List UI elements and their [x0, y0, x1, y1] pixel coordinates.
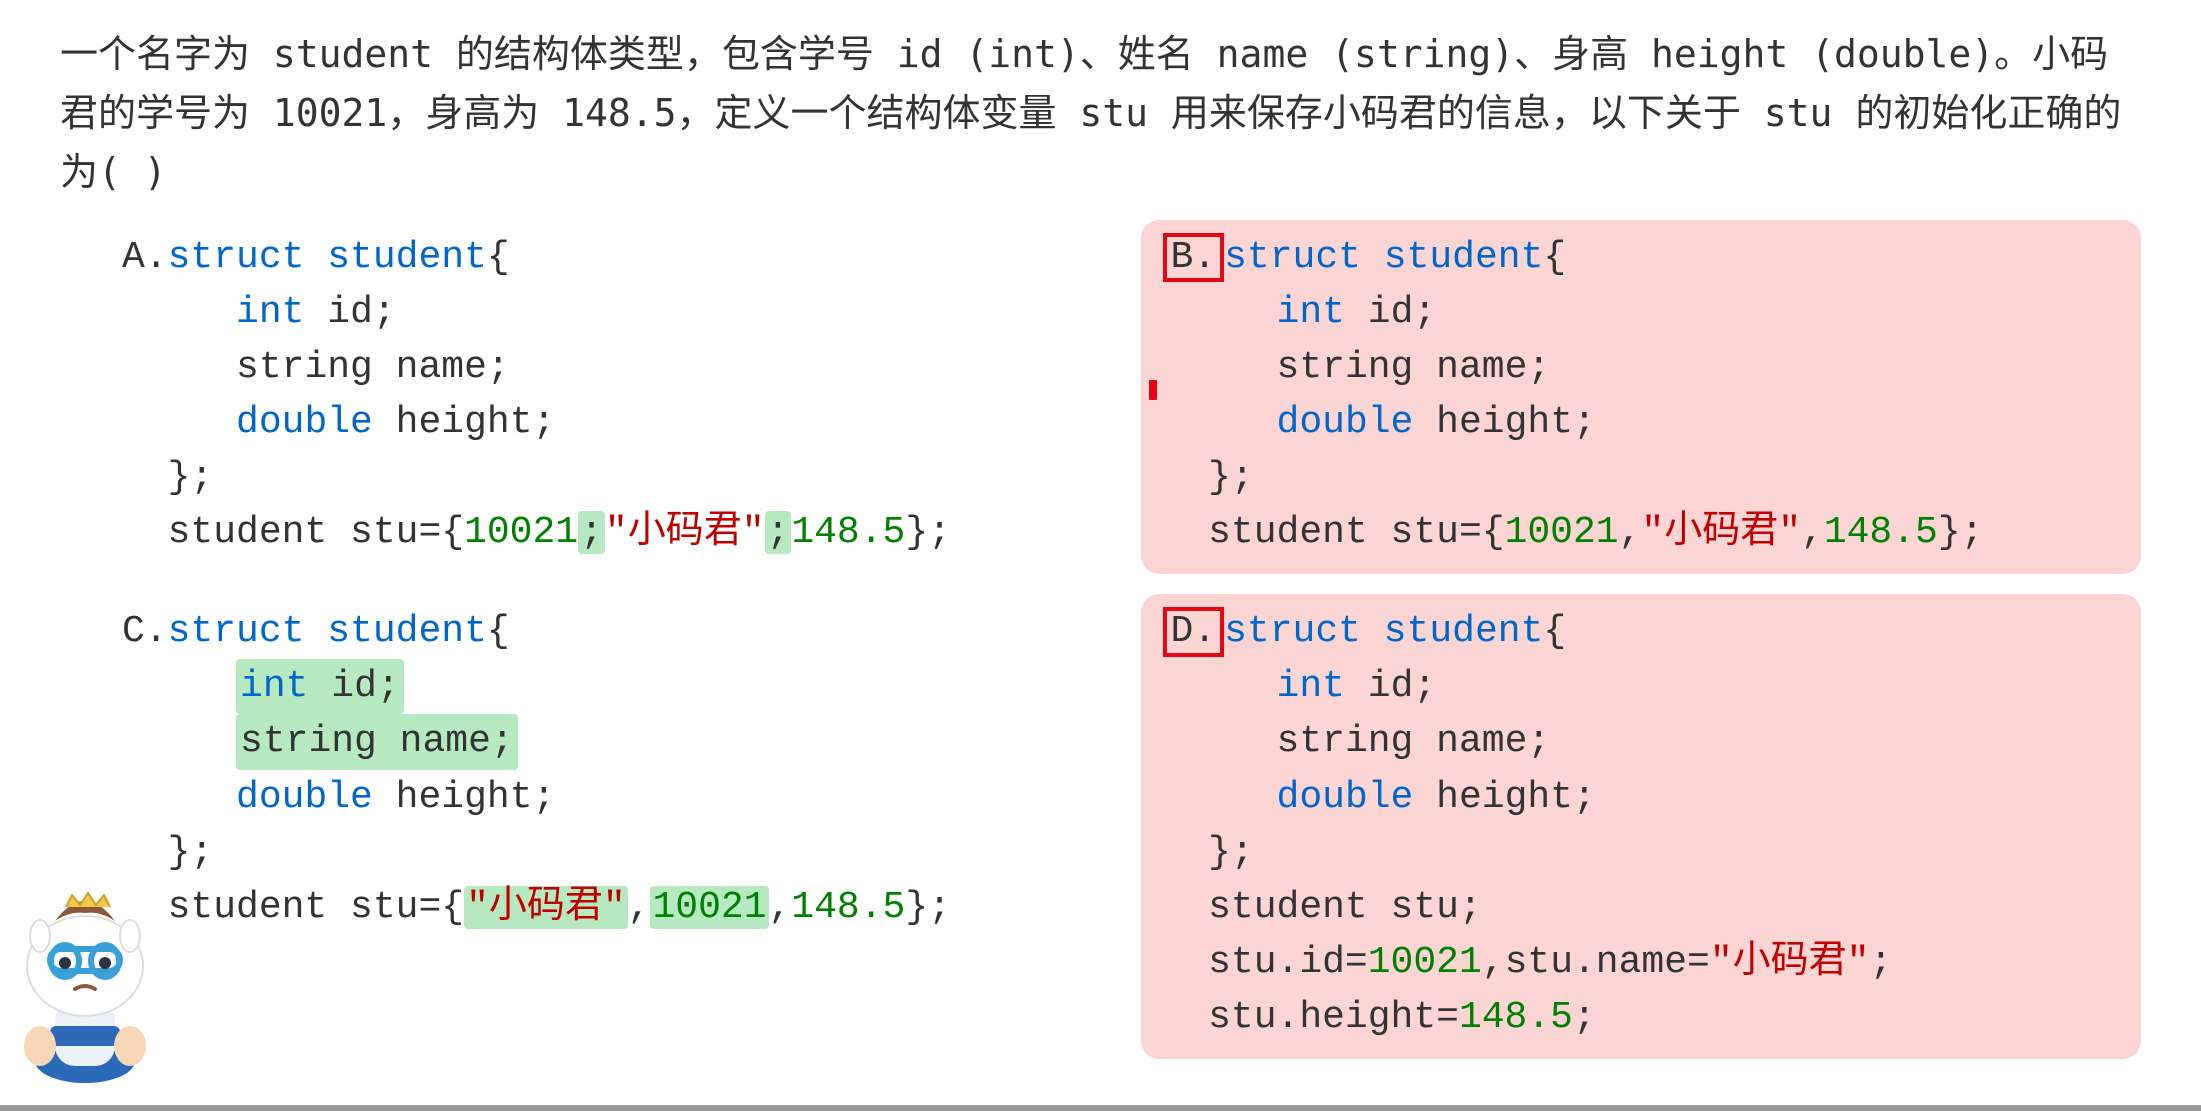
question-stem: 一个名字为 student 的结构体类型，包含学号 id (int)、姓名 na…: [60, 25, 2141, 202]
red-mark-icon: [1149, 380, 1157, 400]
highlight-string-name: string name;: [236, 714, 518, 769]
bottom-border: [0, 1105, 2201, 1111]
option-c-code: C.struct student{ int id; string name; d…: [122, 604, 1079, 935]
option-b-label-box: B.: [1163, 233, 1225, 283]
option-b-code: B.struct student{ int id; string name; d…: [1163, 230, 2120, 561]
option-d[interactable]: D.struct student{ int id; string name; d…: [1141, 594, 2142, 1059]
highlight-semicolon-2: ;: [765, 511, 792, 554]
mascot-icon: [0, 871, 170, 1091]
option-d-label-box: D.: [1163, 607, 1225, 657]
option-d-code: D.struct student{ int id; string name; d…: [1163, 604, 2120, 1045]
highlight-str-order: "小码君": [464, 886, 628, 929]
options-grid: A.struct student{ int id; string name; d…: [60, 220, 2141, 1059]
option-c[interactable]: C.struct student{ int id; string name; d…: [100, 594, 1101, 949]
option-a[interactable]: A.struct student{ int id; string name; d…: [100, 220, 1101, 575]
highlight-num-order: 10021: [650, 886, 768, 929]
highlight-int-id: int id;: [236, 659, 404, 714]
option-a-code: A.struct student{ int id; string name; d…: [122, 230, 1079, 561]
highlight-semicolon-1: ;: [578, 511, 605, 554]
option-b[interactable]: B.struct student{ int id; string name; d…: [1141, 220, 2142, 575]
